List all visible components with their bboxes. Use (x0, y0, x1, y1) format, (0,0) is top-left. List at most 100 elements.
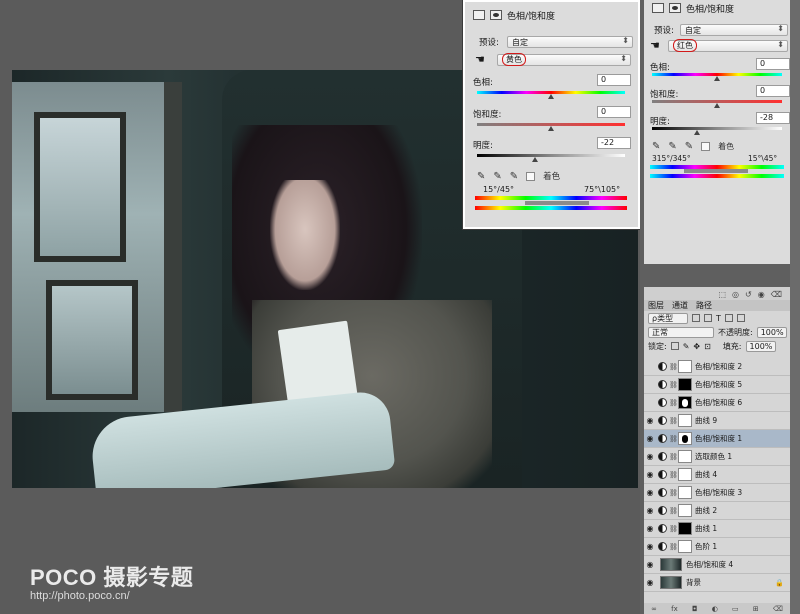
layer-mask-thumbnail[interactable] (678, 360, 692, 373)
filter-adjustment-icon[interactable] (704, 314, 712, 322)
layer-mask-thumbnail[interactable] (678, 396, 692, 409)
channel-select[interactable]: 黄色 (497, 53, 631, 66)
chain-icon[interactable]: ⛓ (669, 381, 678, 389)
chain-icon[interactable]: ⛓ (669, 417, 678, 425)
eye-icon[interactable]: ◉ (644, 416, 656, 425)
layer-mask-thumbnail[interactable] (678, 378, 692, 391)
properties-channel-select[interactable]: 红色 (668, 39, 788, 52)
chain-icon[interactable]: ⛓ (669, 399, 678, 407)
properties-saturation-input[interactable]: 0 (756, 85, 790, 97)
clip-layer-icon[interactable]: ⬚ (718, 290, 726, 299)
layer-row[interactable]: ⛓ 色相/饱和度 5 (644, 376, 790, 394)
layer-row[interactable]: ◉ ⛓ 曲线 4 (644, 466, 790, 484)
layer-row[interactable]: ⛓ 色相/饱和度 6 (644, 394, 790, 412)
eye-icon[interactable]: ◉ (644, 560, 656, 569)
layer-row[interactable]: ◉ ⛓ 选取颜色 1 (644, 448, 790, 466)
panel-scrollbar[interactable] (790, 0, 800, 614)
layer-mask-thumbnail[interactable] (678, 540, 692, 553)
eye-icon[interactable]: ◉ (644, 506, 656, 515)
fx-icon[interactable]: fx (671, 605, 678, 613)
layer-row[interactable]: ◉ 背景 🔒 (644, 574, 790, 592)
filter-type-icon[interactable]: T (716, 314, 721, 323)
hand-tool-icon[interactable]: ☚ (650, 39, 668, 52)
layer-filter-select[interactable]: ρ类型 (648, 312, 688, 324)
layer-row[interactable]: ◉ ⛓ 色相/饱和度 1 (644, 430, 790, 448)
layer-row[interactable]: ◉ ⛓ 曲线 2 (644, 502, 790, 520)
eyedropper-plus-icon[interactable]: ✎ (668, 141, 676, 152)
filter-shape-icon[interactable] (724, 314, 733, 322)
lightness-input[interactable]: -22 (597, 137, 631, 149)
layer-row[interactable]: ⛓ 色相/饱和度 2 (644, 358, 790, 376)
eye-icon[interactable]: ◉ (644, 488, 656, 497)
eye-icon[interactable]: ◉ (644, 578, 656, 587)
properties-preset-select[interactable]: 自定 (680, 24, 788, 36)
eyedropper-minus-icon[interactable]: ✎ (510, 171, 518, 182)
hand-tool-icon[interactable]: ☚ (475, 53, 495, 66)
lightness-slider-thumb[interactable] (531, 157, 538, 162)
view-previous-icon[interactable]: ◎ (732, 290, 739, 299)
trash-icon[interactable]: ⌫ (771, 290, 782, 299)
chain-icon[interactable]: ⛓ (669, 507, 678, 515)
eye-icon[interactable]: ◉ (644, 452, 656, 461)
layer-mask-thumbnail[interactable] (678, 486, 692, 499)
eye-icon[interactable]: ◉ (644, 470, 656, 479)
layer-mask-thumbnail[interactable] (678, 468, 692, 481)
eyedropper-icon[interactable]: ✎ (652, 141, 660, 152)
properties-lightness-input[interactable]: -28 (756, 112, 790, 124)
chain-icon[interactable]: ⛓ (669, 435, 678, 443)
chain-icon[interactable]: ⛓ (669, 543, 678, 551)
layer-mask-thumbnail[interactable] (678, 450, 692, 463)
blend-mode-select[interactable]: 正常 (648, 326, 714, 338)
eyedropper-minus-icon[interactable]: ✎ (685, 141, 693, 152)
lock-transparent-icon[interactable] (670, 342, 679, 350)
layer-mask-thumbnail[interactable] (678, 522, 692, 535)
saturation-input[interactable]: 0 (597, 106, 631, 118)
tab-layers[interactable]: 图层 (648, 300, 664, 311)
filter-pixel-icon[interactable] (692, 314, 700, 322)
properties-saturation-thumb[interactable] (714, 103, 720, 108)
trash-icon[interactable]: ⌫ (773, 605, 783, 613)
saturation-slider-thumb[interactable] (548, 126, 554, 131)
layer-row[interactable]: ◉ ⛓ 曲线 9 (644, 412, 790, 430)
properties-lightness-thumb[interactable] (694, 130, 700, 135)
visibility-icon[interactable]: ◉ (758, 290, 765, 299)
lock-all-icon[interactable]: ⊡ (704, 342, 711, 351)
opacity-input[interactable]: 100% (756, 326, 787, 338)
link-layers-icon[interactable]: ∞ (651, 605, 657, 613)
fill-input[interactable]: 100% (745, 340, 776, 352)
layer-mask-thumbnail[interactable] (678, 504, 692, 517)
layer-row[interactable]: ◉ ⛓ 曲线 1 (644, 520, 790, 538)
colorize-checkbox[interactable] (526, 171, 536, 181)
new-layer-icon[interactable]: ⊞ (753, 605, 759, 613)
hue-input[interactable]: 0 (597, 74, 631, 86)
layer-mask-thumbnail[interactable] (678, 414, 692, 427)
lock-move-icon[interactable]: ✥ (693, 342, 700, 351)
new-group-icon[interactable]: ▭ (732, 605, 739, 613)
chain-icon[interactable]: ⛓ (669, 453, 678, 461)
eye-icon[interactable]: ◉ (644, 524, 656, 533)
eyedropper-icon[interactable]: ✎ (477, 171, 485, 182)
properties-colorize-checkbox[interactable] (701, 142, 711, 151)
tab-channels[interactable]: 通道 (672, 300, 688, 311)
properties-lightness-track[interactable] (652, 127, 782, 130)
filter-smart-icon[interactable] (736, 314, 745, 322)
layer-row[interactable]: ◉ 色相/饱和度 4 (644, 556, 790, 574)
hue-slider-thumb[interactable] (548, 94, 554, 99)
eye-icon[interactable]: ◉ (644, 434, 656, 443)
chain-icon[interactable]: ⛓ (669, 363, 678, 371)
new-adjustment-icon[interactable]: ◐ (712, 605, 718, 613)
preset-select[interactable]: 自定 (507, 36, 633, 48)
layer-row[interactable]: ◉ ⛓ 色阶 1 (644, 538, 790, 556)
chain-icon[interactable]: ⛓ (669, 525, 678, 533)
tab-paths[interactable]: 路径 (696, 300, 712, 311)
eyedropper-plus-icon[interactable]: ✎ (493, 171, 501, 182)
layer-row[interactable]: ◉ ⛓ 色相/饱和度 3 (644, 484, 790, 502)
color-range-selector[interactable] (525, 201, 589, 205)
lightness-slider-track[interactable] (477, 154, 625, 157)
add-mask-icon[interactable]: ◘ (692, 605, 698, 613)
chain-icon[interactable]: ⛓ (669, 471, 678, 479)
chain-icon[interactable]: ⛓ (669, 489, 678, 497)
eye-icon[interactable]: ◉ (644, 542, 656, 551)
lock-paint-icon[interactable]: ✎ (683, 342, 690, 351)
properties-hue-thumb[interactable] (714, 76, 720, 81)
